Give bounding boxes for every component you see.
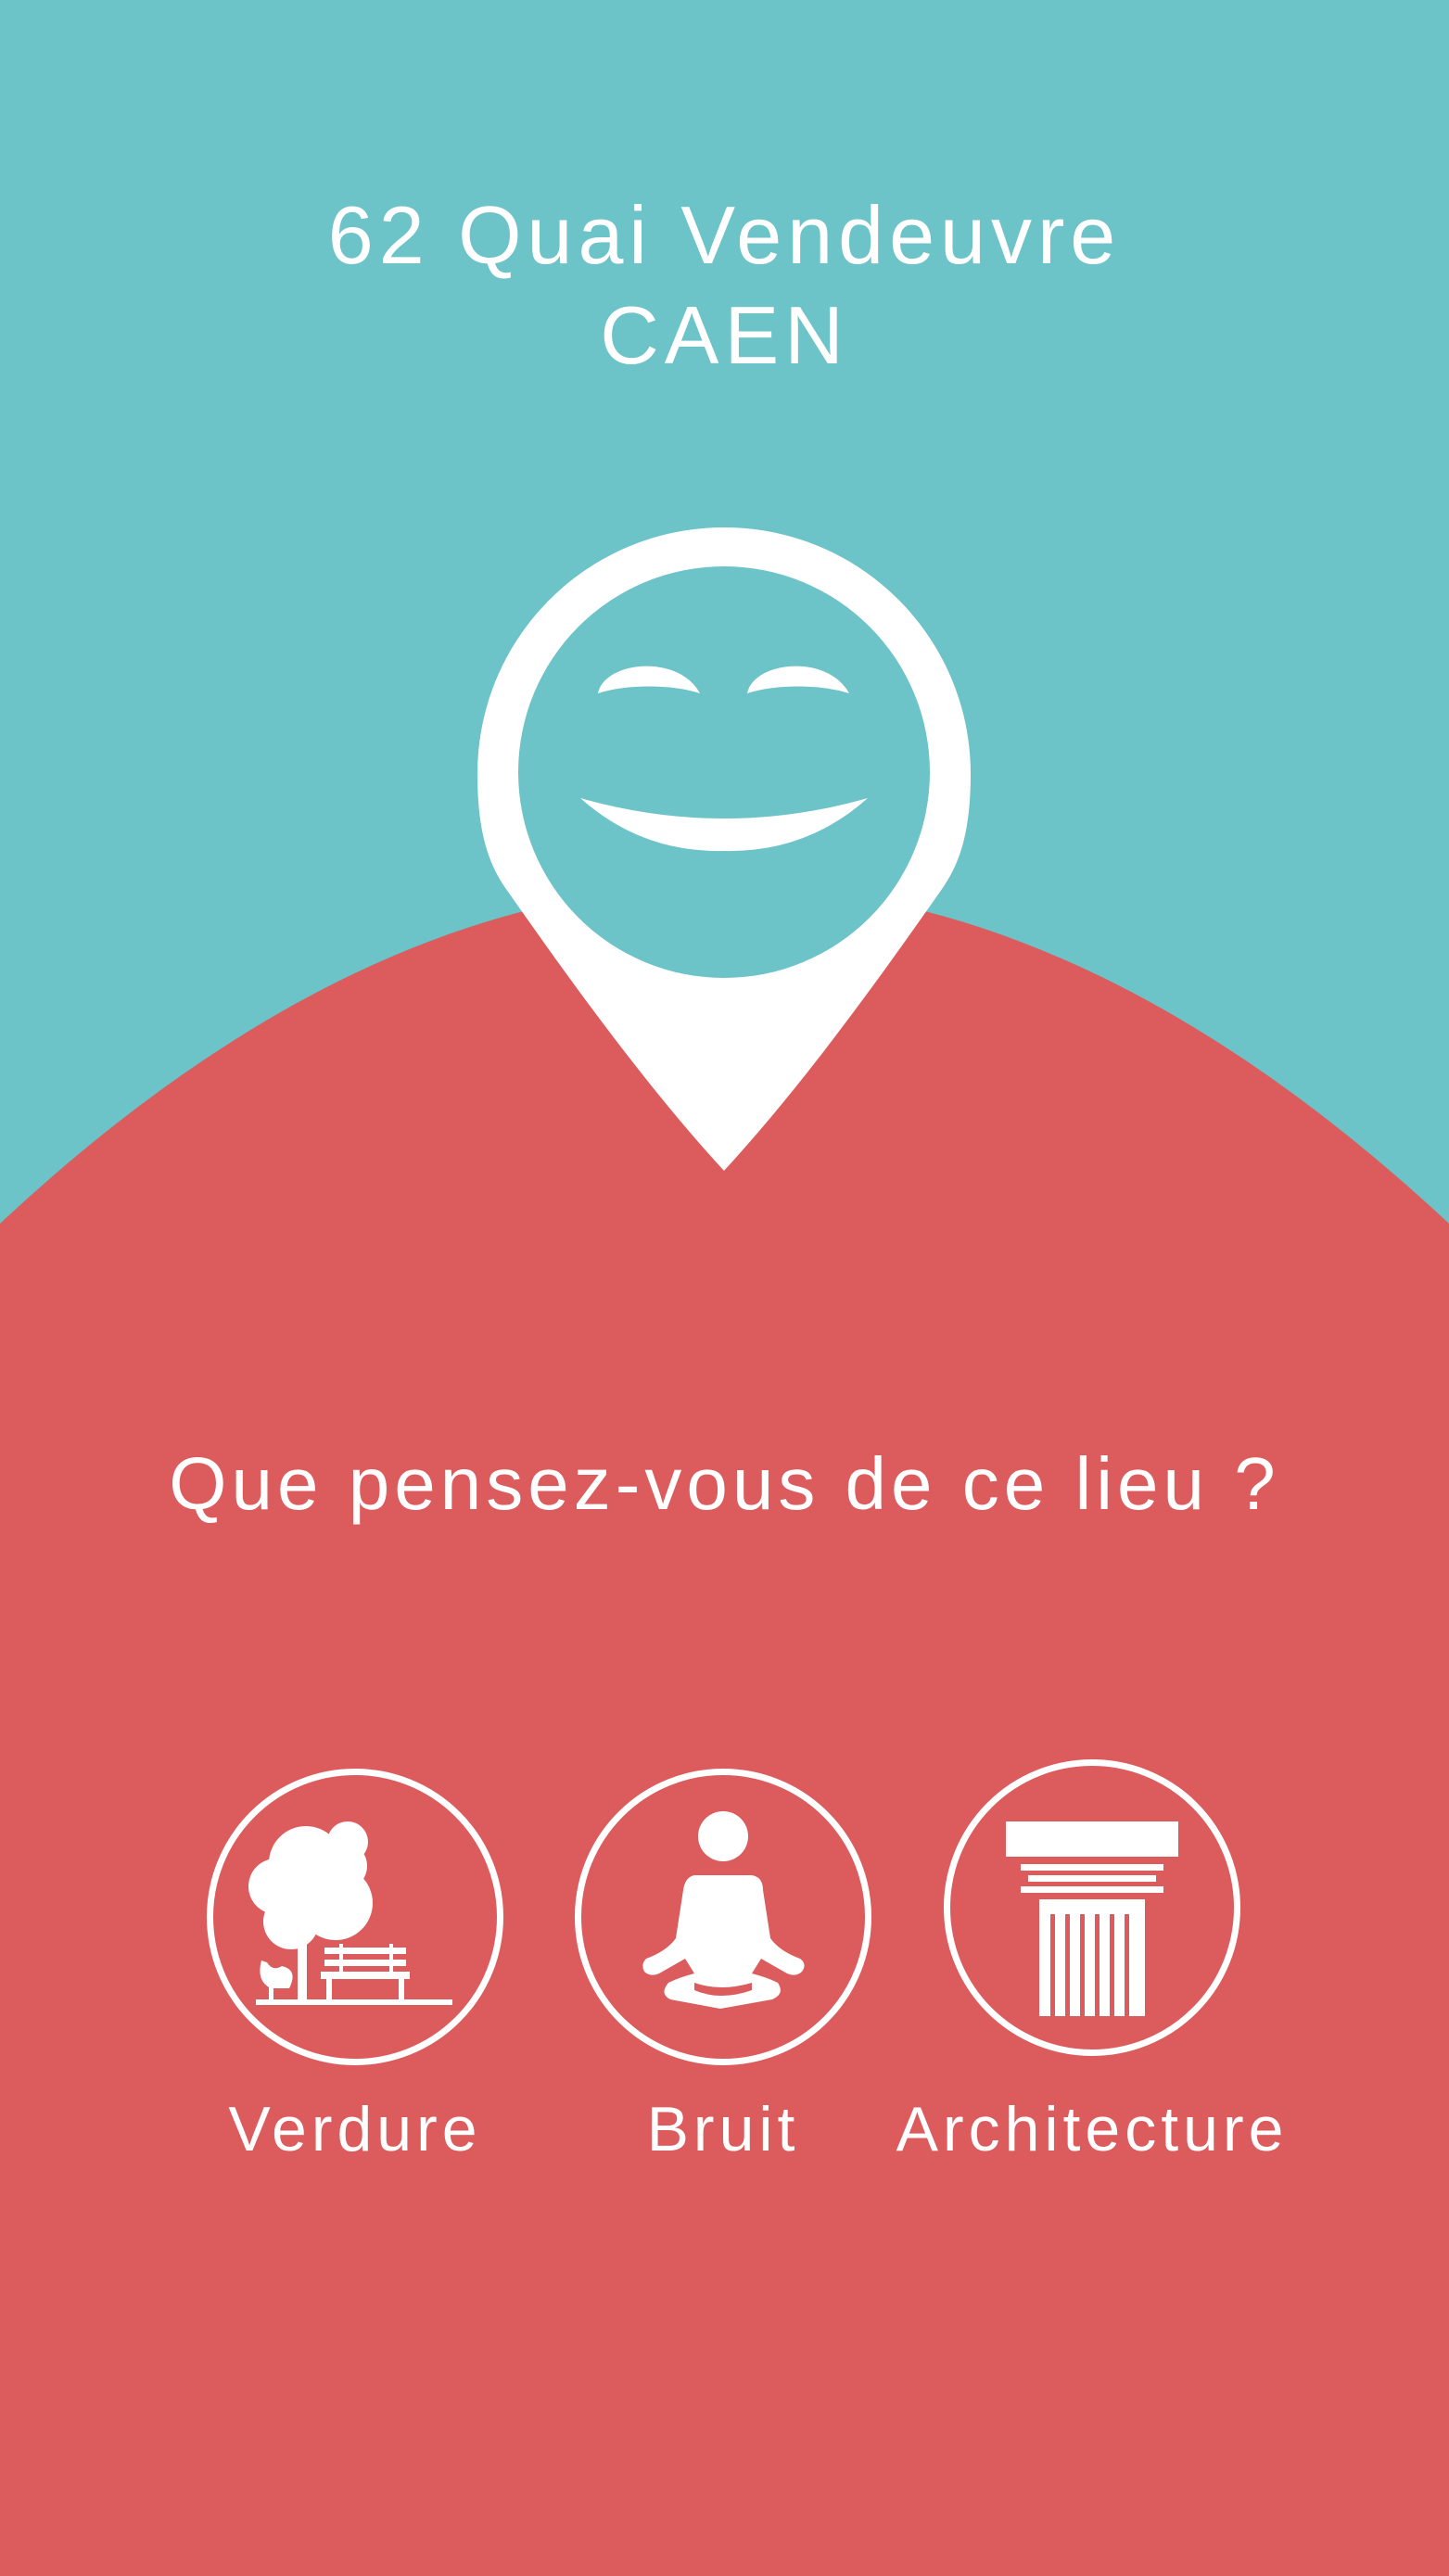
category-verdure-button[interactable]: Verdure xyxy=(142,1769,568,2165)
greek-column-icon xyxy=(1006,1821,1178,2016)
feedback-question: Que pensez-vous de ce lieu ? xyxy=(169,1442,1280,1525)
verdure-ring[interactable] xyxy=(207,1769,503,2065)
category-architecture-button[interactable]: Architecture xyxy=(879,1759,1305,2165)
category-bruit-button[interactable]: Bruit xyxy=(510,1769,936,2165)
category-bruit-label: Bruit xyxy=(646,2094,800,2164)
park-tree-bench-icon xyxy=(248,1821,452,2005)
place-feedback-screen: 62 Quai Vendeuvre CAEN Que pensez-vous d… xyxy=(0,0,1449,2576)
bruit-ring[interactable] xyxy=(575,1769,871,2065)
category-verdure-label: Verdure xyxy=(228,2094,482,2164)
smiley-map-pin-icon xyxy=(477,527,971,1171)
category-architecture-label: Architecture xyxy=(896,2094,1289,2164)
meditation-person-icon xyxy=(642,1811,805,2009)
architecture-ring[interactable] xyxy=(944,1759,1240,2056)
